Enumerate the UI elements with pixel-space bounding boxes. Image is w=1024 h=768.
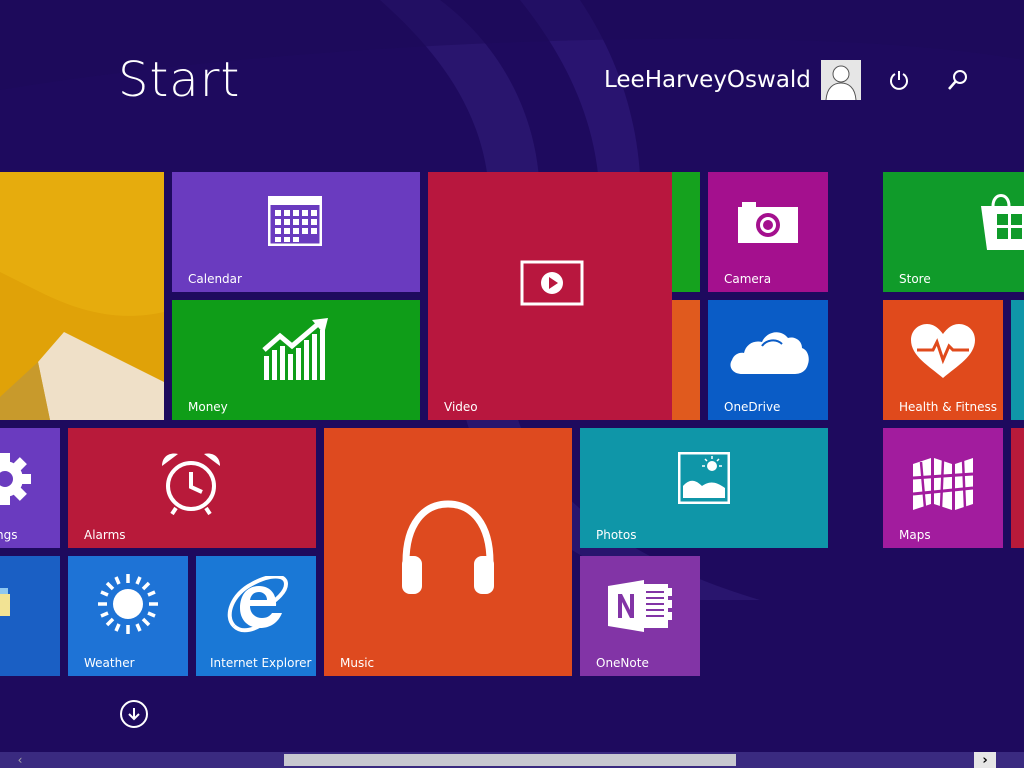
store-bag-icon — [981, 194, 1024, 250]
tile-camera[interactable]: Camera — [708, 172, 828, 292]
chart-up-icon — [262, 318, 328, 380]
power-button[interactable] — [887, 66, 911, 94]
tile-label: Money — [188, 400, 228, 414]
cloud-icon — [730, 332, 809, 374]
avatar[interactable] — [820, 60, 861, 100]
tile-label: OneNote — [596, 656, 649, 670]
photo-icon — [678, 452, 730, 504]
alarm-clock-icon — [162, 453, 220, 516]
search-button[interactable] — [946, 66, 970, 94]
tile-label: Camera — [724, 272, 772, 286]
tile-desktop[interactable] — [0, 172, 164, 420]
calendar-icon — [268, 196, 322, 246]
desktop-wallpaper-icon — [0, 172, 164, 420]
tile-settings[interactable]: ngs — [0, 428, 60, 548]
power-icon — [890, 71, 908, 90]
user-account[interactable]: LeeHarveyOswald — [604, 58, 861, 102]
all-apps-button[interactable] — [120, 700, 148, 728]
tile-label: ngs — [0, 528, 18, 542]
tile-label: Music — [340, 656, 375, 670]
video-play-icon — [520, 260, 584, 306]
scroll-right-arrow-icon[interactable]: › — [974, 752, 996, 768]
tile-health[interactable]: Health & Fitness — [883, 300, 1003, 420]
tile-video[interactable]: Video — [428, 172, 672, 420]
tile-maps[interactable]: Maps — [883, 428, 1003, 548]
avatar-icon — [820, 60, 861, 100]
map-icon — [912, 458, 974, 510]
tile-weather[interactable]: Weather — [68, 556, 188, 676]
tile-label: Internet Explorer — [210, 656, 312, 670]
tile-photos[interactable]: Photos — [580, 428, 828, 548]
onenote-icon — [608, 580, 672, 632]
scroll-thumb[interactable] — [284, 754, 736, 766]
tile-partial-red[interactable] — [1011, 428, 1024, 548]
tile-label: OneDrive — [724, 400, 781, 414]
tile-store[interactable]: Store — [883, 172, 1024, 292]
camera-icon — [738, 202, 798, 243]
tile-label: Maps — [899, 528, 931, 542]
internet-explorer-icon — [227, 576, 288, 633]
tile-label: Calendar — [188, 272, 242, 286]
tile-alarms[interactable]: Alarms — [68, 428, 316, 548]
tile-label: Health & Fitness — [899, 400, 997, 414]
tile-onedrive[interactable]: OneDrive — [708, 300, 828, 420]
tile-label: Weather — [84, 656, 135, 670]
tile-internet-explorer[interactable]: Internet Explorer — [196, 556, 316, 676]
page-title: Start — [118, 52, 241, 108]
tile-label: Store — [899, 272, 931, 286]
photos-folder-icon — [0, 588, 10, 616]
tile-partial-teal[interactable] — [1011, 300, 1024, 420]
tile-onenote[interactable]: OneNote — [580, 556, 700, 676]
gear-icon — [0, 453, 31, 505]
scroll-left-arrow-icon[interactable]: ‹ — [12, 752, 28, 768]
user-name[interactable]: LeeHarveyOswald — [604, 67, 811, 93]
tile-label: Video — [444, 400, 478, 414]
tile-calendar[interactable]: Calendar — [172, 172, 420, 292]
horizontal-scrollbar[interactable]: ‹ › — [0, 752, 1024, 768]
tile-music[interactable]: Music — [324, 428, 572, 676]
search-icon — [948, 70, 967, 90]
sun-icon — [98, 574, 158, 634]
tile-label: Photos — [596, 528, 637, 542]
headphones-icon — [402, 500, 494, 594]
arrow-down-circle-icon — [128, 708, 140, 721]
tile-label: Alarms — [84, 528, 126, 542]
heart-pulse-icon — [911, 324, 975, 378]
tile-money[interactable]: Money — [172, 300, 420, 420]
tile-partial-blue[interactable] — [0, 556, 60, 676]
